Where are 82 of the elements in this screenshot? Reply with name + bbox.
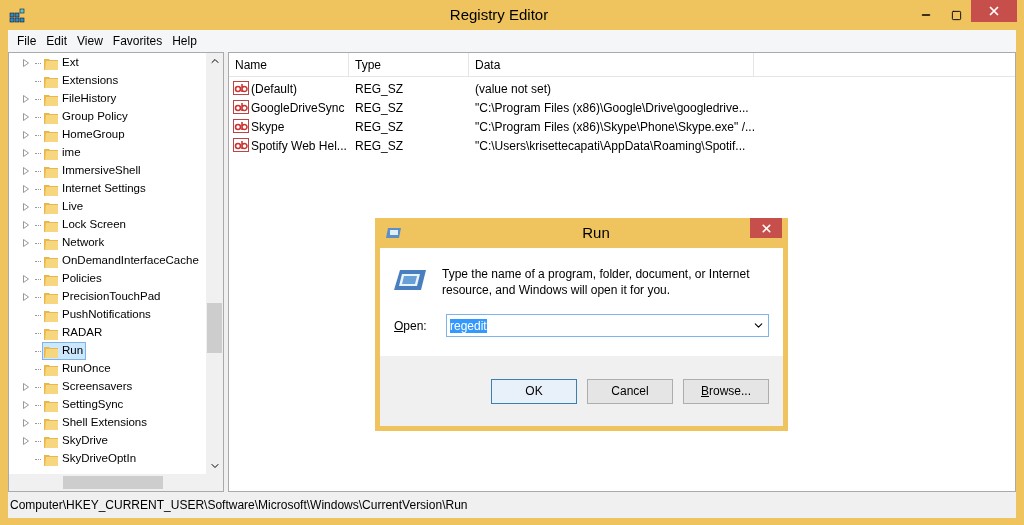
tree-item[interactable]: HomeGroup (42, 126, 128, 144)
tree-item[interactable]: SkyDriveOptIn (42, 450, 140, 468)
tree-item[interactable]: ImmersiveShell (42, 162, 144, 180)
menu-item[interactable]: Edit (41, 32, 73, 50)
tree-item[interactable]: RunOnce (42, 360, 114, 378)
tree-item[interactable]: SettingSync (42, 396, 127, 414)
table-cell-text: REG_SZ (354, 118, 404, 136)
tree-item[interactable]: Live (42, 198, 87, 216)
tree-item[interactable]: FileHistory (42, 90, 120, 108)
tree-item[interactable]: Lock Screen (42, 216, 129, 234)
tree-item[interactable]: PrecisionTouchPad (42, 288, 164, 306)
table-cell-text: REG_SZ (354, 137, 404, 155)
expand-arrow-icon[interactable] (23, 239, 29, 247)
tree-item[interactable]: Policies (42, 270, 105, 288)
tree-item[interactable]: Internet Settings (42, 180, 149, 198)
expand-arrow-icon[interactable] (23, 293, 29, 301)
tree-item[interactable]: RADAR (42, 324, 106, 342)
expand-arrow-icon[interactable] (23, 185, 29, 193)
tree-item[interactable]: ime (42, 144, 84, 162)
expand-arrow-icon[interactable] (23, 221, 29, 229)
tree-item[interactable]: Extensions (42, 72, 122, 90)
dialog-button[interactable]: Cancel (587, 378, 673, 404)
scroll-thumb[interactable] (63, 476, 163, 489)
expand-arrow-icon[interactable] (23, 203, 29, 211)
open-label: Open: (394, 317, 428, 335)
window-title: Registry Editor (448, 4, 550, 25)
dialog-button[interactable]: Browse... (683, 378, 769, 404)
expand-arrow-icon[interactable] (23, 131, 29, 139)
table-cell-text: (Default) (251, 80, 297, 98)
table-cell-text: "C:\Program Files (x86)\Google\Drive\googledrive... (474, 99, 750, 117)
expand-arrow-icon[interactable] (23, 149, 29, 157)
tree-item[interactable]: Ext (42, 54, 82, 72)
menu-item[interactable]: View (72, 32, 108, 50)
close-icon (987, 4, 1001, 18)
string-value-icon (233, 138, 249, 153)
table-cell-text: "C:\Program Files (x86)\Skype\Phone\Skype.exe" /... (474, 118, 756, 136)
expand-arrow-icon[interactable] (23, 95, 29, 103)
status-path-text: Computer\HKEY_CURRENT_USER\Software\Microsoft\Windows\CurrentVersion\Run (10, 497, 468, 514)
table-cell-text: (value not set) (474, 80, 553, 98)
expand-arrow-icon[interactable] (23, 383, 29, 391)
column-header[interactable]: Name (229, 53, 349, 76)
run-icon (394, 268, 426, 292)
table-cell-text: "C:\Users\krisettecapati\AppData\Roaming\Spotif... (474, 137, 747, 155)
string-value-icon (233, 100, 249, 115)
expand-arrow-icon[interactable] (23, 113, 29, 121)
menu-item[interactable]: Help (167, 32, 202, 50)
table-cell-text: Spotify Web Hel... (251, 137, 347, 155)
tree-item[interactable]: Shell Extensions (42, 414, 151, 432)
expand-arrow-icon[interactable] (23, 419, 29, 427)
table-cell-text: REG_SZ (354, 80, 404, 98)
dialog-button[interactable]: OK (491, 378, 577, 404)
dialog-title: Run (581, 222, 611, 243)
column-header[interactable]: Data (469, 53, 754, 76)
table-cell-text: GoogleDriveSync (251, 99, 345, 117)
close-button[interactable] (750, 218, 782, 238)
maximize-icon (950, 9, 962, 21)
tree-item[interactable]: Screensavers (42, 378, 136, 396)
table-cell-text: Skype (251, 118, 285, 136)
tree-item[interactable]: SkyDrive (42, 432, 111, 450)
expand-arrow-icon[interactable] (23, 401, 29, 409)
tree-item[interactable]: Network (42, 234, 108, 252)
expand-arrow-icon[interactable] (23, 167, 29, 175)
menu-item[interactable]: Favorites (107, 32, 168, 50)
column-header[interactable]: Type (349, 53, 469, 76)
registry-cubes-icon (9, 6, 27, 24)
table-cell-text: REG_SZ (354, 99, 404, 117)
string-value-icon (233, 119, 249, 134)
tree-item[interactable]: Group Policy (42, 108, 131, 126)
close-icon (759, 221, 773, 235)
expand-arrow-icon[interactable] (23, 275, 29, 283)
tree-item[interactable]: Run (42, 342, 87, 360)
expand-arrow-icon[interactable] (23, 437, 29, 445)
tree-item[interactable]: OnDemandInterfaceCache (42, 252, 202, 270)
scroll-thumb[interactable] (207, 303, 222, 353)
dialog-message: Type the name of a program, folder, document, or Internet resource, and Windows will open it for you. (442, 266, 751, 298)
expand-arrow-icon[interactable] (23, 59, 29, 67)
tree-item[interactable]: PushNotifications (42, 306, 154, 324)
string-value-icon (233, 81, 249, 96)
run-icon (386, 227, 402, 239)
horizontal-scrollbar[interactable] (9, 474, 223, 491)
menu-item[interactable]: File (12, 32, 42, 50)
vertical-scrollbar[interactable] (206, 53, 223, 474)
